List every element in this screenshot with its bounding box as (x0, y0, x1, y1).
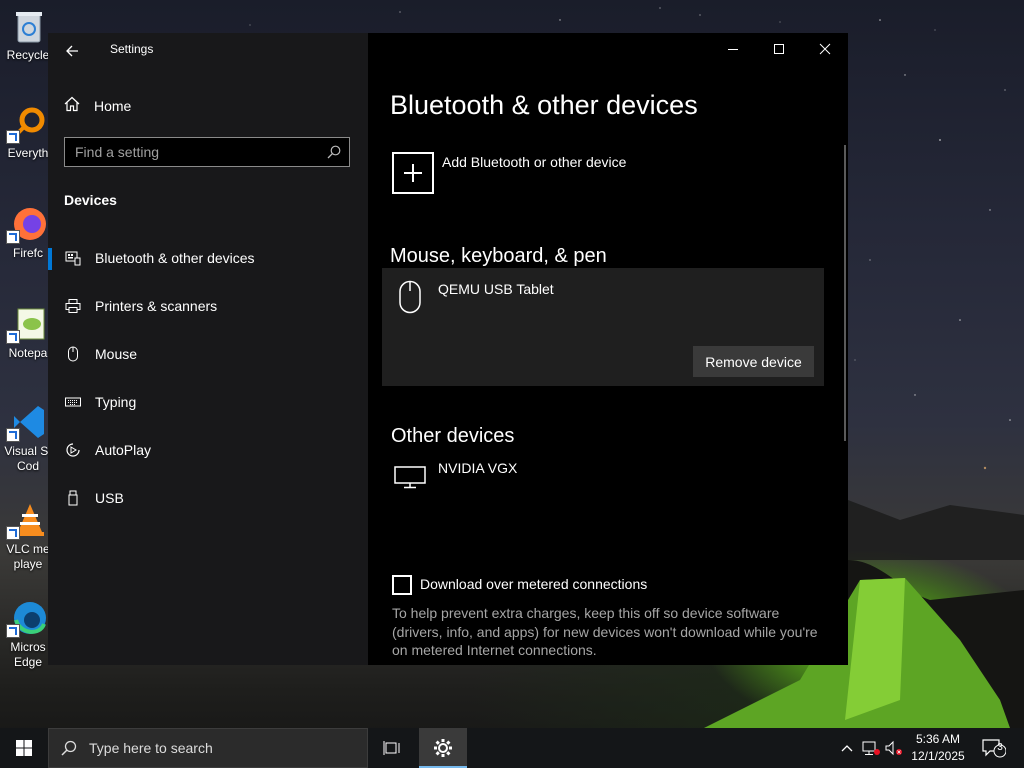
firefox-icon (6, 206, 46, 244)
home-nav-item[interactable]: Home (64, 96, 131, 115)
minimize-button[interactable] (710, 33, 756, 65)
find-setting-input[interactable] (65, 138, 325, 166)
mouse-device-icon (398, 280, 422, 319)
settings-window: Settings Home Devices Bluetooth & other … (48, 33, 848, 665)
volume-muted-icon (885, 740, 902, 756)
settings-sidebar: Settings Home Devices Bluetooth & other … (48, 33, 368, 665)
settings-content: Bluetooth & other devices Add Bluetooth … (368, 33, 848, 665)
shortcut-arrow-icon (6, 130, 20, 144)
sidebar-item-label: Printers & scanners (95, 298, 218, 314)
recycle-bin-icon (10, 8, 46, 44)
taskbar-search-box[interactable]: Type here to search (48, 728, 368, 768)
sidebar-item-label: Mouse (95, 346, 138, 362)
maximize-icon (774, 44, 784, 54)
keyboard-icon (65, 394, 81, 410)
clock-date: 12/1/2025 (911, 749, 965, 763)
sidebar-item-label: AutoPlay (95, 442, 152, 458)
metered-help-text: To help prevent extra charges, keep this… (392, 605, 818, 658)
remove-device-button[interactable]: Remove device (693, 346, 814, 377)
edge-icon (6, 600, 46, 638)
mouse-keyboard-pen-heading: Mouse, keyboard, & pen (390, 245, 607, 267)
gear-icon (434, 739, 452, 757)
sidebar-item-autoplay[interactable]: AutoPlay (48, 430, 368, 470)
vlc-icon (6, 502, 46, 540)
back-arrow-icon[interactable] (64, 43, 80, 59)
network-icon (862, 741, 880, 755)
maximize-button[interactable] (756, 33, 802, 65)
close-icon (819, 43, 831, 55)
shortcut-arrow-icon (6, 230, 20, 244)
printer-icon (65, 298, 81, 314)
find-setting-search[interactable] (64, 137, 350, 167)
task-view-icon (383, 741, 400, 755)
search-icon[interactable] (327, 145, 341, 159)
device-name: QEMU USB Tablet (438, 281, 554, 297)
window-title: Settings (110, 42, 154, 56)
start-button[interactable] (0, 728, 48, 768)
sidebar-item-bluetooth[interactable]: Bluetooth & other devices (48, 238, 368, 278)
chevron-up-icon (841, 745, 853, 752)
shortcut-arrow-icon (6, 330, 20, 344)
home-icon (64, 96, 80, 115)
shortcut-arrow-icon (6, 624, 20, 638)
taskbar-search-placeholder: Type here to search (89, 740, 213, 756)
network-status-button[interactable] (860, 728, 882, 768)
action-center-button[interactable]: 3 (980, 728, 1008, 768)
other-devices-heading: Other devices (391, 425, 515, 447)
close-button[interactable] (802, 33, 848, 65)
sidebar-item-mouse[interactable]: Mouse (48, 334, 368, 374)
search-icon (61, 740, 77, 756)
mouse-icon (65, 346, 81, 362)
sidebar-item-label: USB (95, 490, 124, 506)
monitor-device-icon (394, 465, 426, 494)
everything-icon (6, 106, 46, 144)
devices-section-heading: Devices (64, 192, 117, 208)
content-scrollbar[interactable] (844, 145, 846, 441)
add-device-link[interactable]: Add Bluetooth or other device (442, 154, 626, 170)
notification-count: 3 (997, 742, 1003, 753)
usb-icon (65, 490, 81, 506)
shortcut-arrow-icon (6, 526, 20, 540)
metered-connections-checkbox[interactable] (392, 575, 412, 595)
show-hidden-icons-button[interactable] (838, 728, 856, 768)
sidebar-item-label: Bluetooth & other devices (95, 250, 255, 266)
sidebar-item-printers[interactable]: Printers & scanners (48, 286, 368, 326)
bluetooth-devices-icon (65, 250, 81, 266)
vscode-icon (6, 404, 46, 442)
sidebar-item-typing[interactable]: Typing (48, 382, 368, 422)
sidebar-item-label: Typing (95, 394, 137, 410)
metered-connections-label[interactable]: Download over metered connections (420, 576, 647, 592)
taskbar: Type here to search 5:36 AM 12/1/2025 3 (0, 728, 1024, 768)
qemu-tablet-device-card[interactable]: QEMU USB Tablet Remove device (382, 268, 824, 386)
shortcut-arrow-icon (6, 428, 20, 442)
device-name[interactable]: NVIDIA VGX (438, 460, 517, 476)
home-label: Home (94, 97, 132, 114)
add-device-plus-icon[interactable] (392, 152, 434, 194)
windows-logo-icon (16, 740, 32, 756)
sidebar-item-usb[interactable]: USB (48, 478, 368, 518)
volume-button[interactable] (884, 728, 904, 768)
clock-time: 5:36 AM (915, 732, 961, 746)
minimize-icon (728, 49, 738, 50)
notepad-icon (6, 306, 46, 344)
taskbar-clock[interactable]: 5:36 AM 12/1/2025 (902, 731, 974, 765)
task-view-button[interactable] (368, 728, 416, 768)
taskbar-settings-app[interactable] (419, 728, 467, 768)
page-title: Bluetooth & other devices (390, 90, 698, 120)
autoplay-icon (65, 442, 81, 458)
